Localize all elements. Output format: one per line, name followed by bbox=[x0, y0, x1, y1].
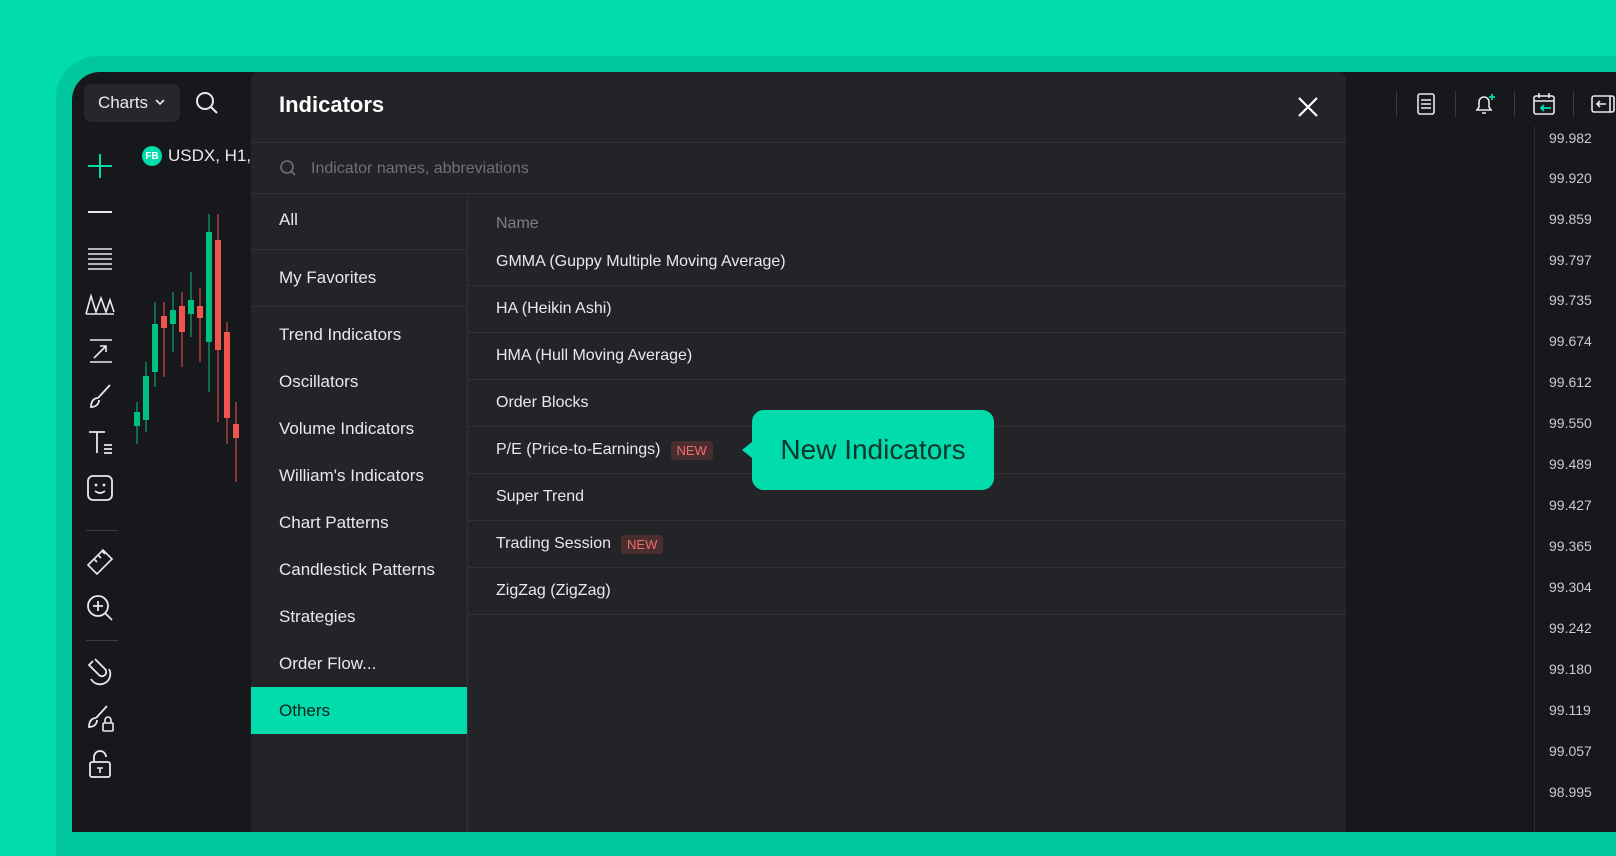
price-label: 99.242 bbox=[1549, 620, 1592, 636]
indicator-search-input[interactable] bbox=[309, 155, 1213, 183]
price-label: 99.612 bbox=[1549, 374, 1592, 390]
chevron-down-icon bbox=[154, 93, 166, 113]
unlock-icon[interactable] bbox=[84, 748, 116, 780]
new-badge: NEW bbox=[621, 534, 664, 554]
brush-icon[interactable] bbox=[84, 380, 116, 412]
category-my-favorites[interactable]: My Favorites bbox=[251, 250, 467, 307]
crosshair-icon[interactable] bbox=[84, 150, 116, 182]
indicator-row[interactable]: HA (Heikin Ashi) bbox=[468, 286, 1346, 333]
category-volume-indicators[interactable]: Volume Indicators bbox=[251, 405, 467, 452]
candle bbox=[143, 362, 149, 432]
symbol-text: USDX, H1, bbox=[168, 146, 252, 165]
pattern-icon[interactable] bbox=[84, 288, 116, 320]
zoom-in-icon[interactable] bbox=[84, 592, 116, 624]
price-label: 99.119 bbox=[1549, 702, 1591, 718]
indicator-name: HMA (Hull Moving Average) bbox=[496, 347, 693, 364]
price-label: 99.550 bbox=[1549, 415, 1592, 431]
price-label: 99.982 bbox=[1549, 130, 1592, 146]
price-axis[interactable]: 99.982 99.920 99.859 99.797 99.735 99.67… bbox=[1534, 126, 1616, 832]
indicator-name: Super Trend bbox=[496, 488, 585, 505]
alert-bell-icon[interactable] bbox=[1470, 89, 1500, 119]
indicator-row[interactable]: HMA (Hull Moving Average) bbox=[468, 333, 1346, 380]
new-badge: NEW bbox=[670, 440, 713, 460]
price-label: 99.365 bbox=[1549, 538, 1592, 554]
indicator-name: P/E (Price-to-Earnings) bbox=[496, 441, 661, 458]
indicator-row[interactable]: Trading Session NEW bbox=[468, 521, 1346, 568]
trend-arrow-icon[interactable] bbox=[84, 334, 116, 366]
fib-lines-icon[interactable] bbox=[84, 242, 116, 274]
charts-label: Charts bbox=[97, 93, 149, 112]
calendar-icon[interactable] bbox=[1529, 89, 1559, 119]
price-label: 98.995 bbox=[1549, 784, 1592, 800]
category-order-flow[interactable]: Order Flow... bbox=[251, 640, 467, 687]
collapse-panel-icon[interactable] bbox=[1588, 89, 1616, 119]
price-label: 99.489 bbox=[1549, 456, 1592, 472]
indicator-row[interactable]: GMMA (Guppy Multiple Moving Average) bbox=[468, 239, 1346, 286]
magnet-icon[interactable] bbox=[84, 656, 116, 688]
horizontal-line-icon[interactable] bbox=[84, 196, 116, 228]
search-icon bbox=[279, 159, 297, 182]
chart-symbol-label[interactable]: FB USDX, H1, bbox=[142, 146, 251, 166]
candle bbox=[179, 292, 185, 367]
indicator-list: Name GMMA (Guppy Multiple Moving Average… bbox=[468, 193, 1346, 615]
toolbar-divider bbox=[1514, 91, 1515, 117]
price-label: 99.735 bbox=[1549, 292, 1592, 308]
candle bbox=[134, 402, 140, 444]
category-candlestick-patterns[interactable]: Candlestick Patterns bbox=[251, 546, 467, 593]
candle bbox=[224, 322, 230, 444]
price-label: 99.920 bbox=[1549, 170, 1592, 186]
category-list: All My Favorites Trend Indicators Oscill… bbox=[251, 193, 468, 832]
toolbar-divider bbox=[1396, 91, 1397, 117]
tooltip-text: New Indicators bbox=[780, 434, 966, 465]
candle bbox=[215, 214, 221, 422]
new-indicators-tooltip: New Indicators bbox=[742, 410, 994, 490]
ruler-icon[interactable] bbox=[84, 546, 116, 578]
candle bbox=[188, 272, 194, 337]
indicator-search-bar bbox=[251, 142, 1346, 194]
category-all[interactable]: All bbox=[251, 193, 467, 250]
candle bbox=[170, 292, 176, 352]
category-williams-indicators[interactable]: William's Indicators bbox=[251, 452, 467, 499]
indicator-name: GMMA (Guppy Multiple Moving Average) bbox=[496, 253, 786, 270]
lock-drawing-icon[interactable] bbox=[84, 702, 116, 734]
layout-icon[interactable] bbox=[1411, 89, 1441, 119]
candle bbox=[161, 302, 167, 377]
indicator-name: ZigZag (ZigZag) bbox=[496, 582, 611, 599]
candle bbox=[197, 288, 203, 362]
toolbar-divider bbox=[1573, 91, 1574, 117]
category-others[interactable]: Others bbox=[251, 687, 467, 734]
indicator-name: HA (Heikin Ashi) bbox=[496, 300, 612, 317]
indicator-name: Order Blocks bbox=[496, 394, 589, 411]
price-label: 99.180 bbox=[1549, 661, 1592, 677]
price-label: 99.304 bbox=[1549, 579, 1592, 595]
price-label: 99.057 bbox=[1549, 743, 1592, 759]
symbol-badge: FB bbox=[142, 146, 162, 166]
candle bbox=[152, 302, 158, 387]
candlestick-chart bbox=[134, 214, 239, 482]
charts-dropdown-button[interactable]: Charts bbox=[84, 84, 180, 122]
indicator-row[interactable]: ZigZag (ZigZag) bbox=[468, 568, 1346, 615]
category-chart-patterns[interactable]: Chart Patterns bbox=[251, 499, 467, 546]
indicator-name: Trading Session bbox=[496, 535, 612, 552]
tool-divider bbox=[86, 530, 118, 531]
category-trend-indicators[interactable]: Trend Indicators bbox=[251, 311, 467, 358]
tool-divider bbox=[86, 640, 118, 641]
category-oscillators[interactable]: Oscillators bbox=[251, 358, 467, 405]
price-label: 99.427 bbox=[1549, 497, 1592, 513]
price-label: 99.859 bbox=[1549, 211, 1592, 227]
search-icon[interactable] bbox=[192, 88, 222, 118]
toolbar-divider bbox=[1455, 91, 1456, 117]
text-icon[interactable] bbox=[84, 426, 116, 458]
close-icon[interactable] bbox=[1293, 92, 1323, 122]
price-label: 99.674 bbox=[1549, 333, 1592, 349]
candle bbox=[206, 214, 212, 392]
modal-title: Indicators bbox=[279, 92, 385, 117]
category-strategies[interactable]: Strategies bbox=[251, 593, 467, 640]
candle bbox=[233, 402, 239, 482]
emoji-icon[interactable] bbox=[84, 472, 116, 504]
price-label: 99.797 bbox=[1549, 252, 1592, 268]
